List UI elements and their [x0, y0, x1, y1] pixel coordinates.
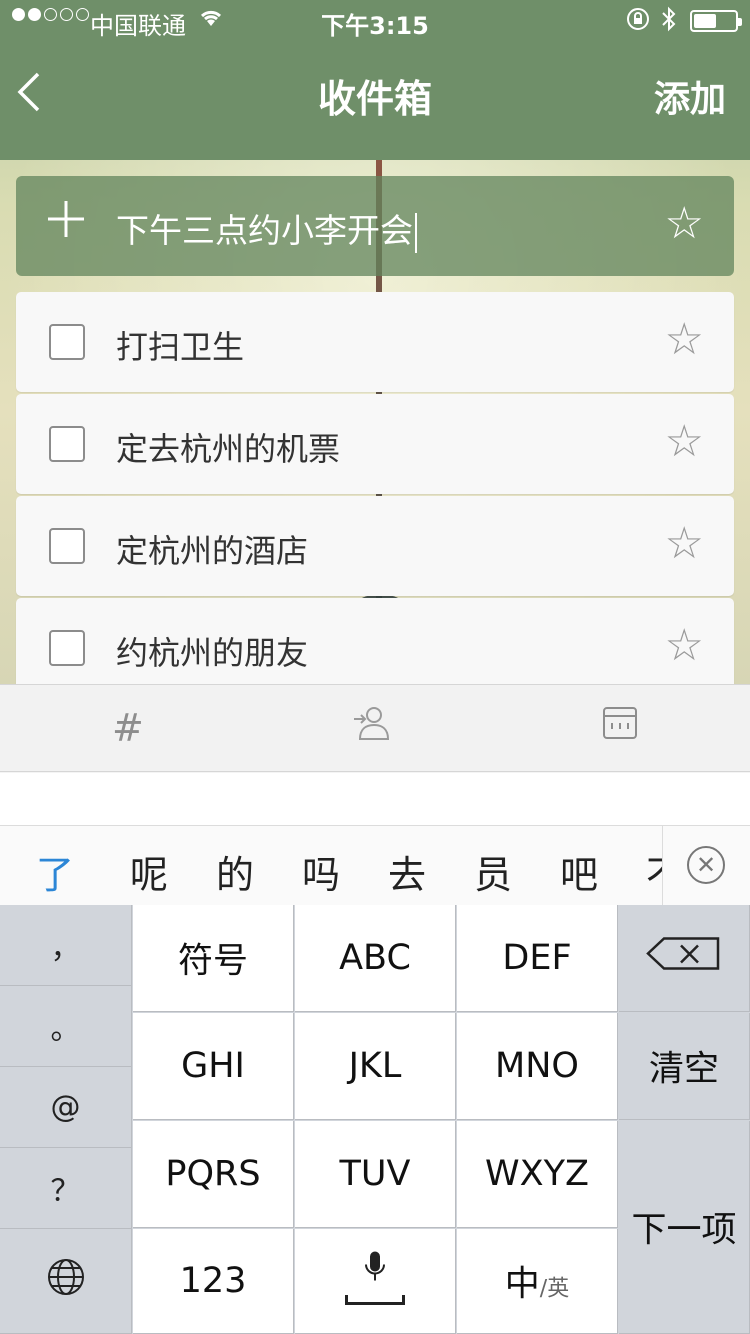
key-label: TUV — [339, 1154, 411, 1194]
key-wxyz[interactable]: WXYZ — [457, 1121, 618, 1228]
key-label: MNO — [495, 1046, 579, 1086]
backspace-icon — [646, 937, 720, 970]
candidate-word[interactable]: 去 — [388, 844, 426, 899]
punctuation-key[interactable]: ， — [0, 905, 132, 986]
task-checkbox[interactable] — [49, 426, 85, 462]
key-label: ？ — [50, 1174, 81, 1209]
page-title: 收件箱 — [317, 77, 432, 121]
key-jkl[interactable]: JKL — [295, 1013, 456, 1120]
battery-nub — [738, 18, 742, 26]
task-label: 约杭州的朋友 — [116, 634, 309, 672]
assign-button[interactable] — [352, 703, 392, 755]
battery-icon — [690, 10, 742, 32]
space-bar-line-icon — [345, 1295, 405, 1305]
candidate-word[interactable]: 了 — [36, 844, 74, 899]
ime-candidate-bar: 了 呢 的 吗 去 员 吧 不 ✕ — [0, 825, 750, 906]
key-ghi[interactable]: GHI — [133, 1013, 294, 1120]
star-icon[interactable]: ☆ — [665, 420, 704, 464]
key-label: 符号 — [177, 941, 248, 982]
task-checkbox[interactable] — [49, 528, 85, 564]
candidate-word[interactable]: 的 — [216, 844, 254, 899]
due-date-button[interactable] — [600, 703, 640, 755]
key-label: 。 — [50, 1012, 81, 1047]
globe-key[interactable] — [0, 1229, 132, 1334]
key-tuv[interactable]: TUV — [295, 1121, 456, 1228]
key-label: 123 — [179, 1261, 247, 1301]
backspace-key[interactable] — [619, 905, 750, 1012]
microphone-icon — [365, 1251, 385, 1281]
bluetooth-icon — [660, 6, 678, 38]
new-task-input-row[interactable]: 下午三点约小李开会 ☆ — [16, 176, 734, 276]
task-item[interactable]: 定杭州的酒店 ☆ — [16, 496, 734, 596]
key-label: JKL — [348, 1046, 402, 1086]
key-def[interactable]: DEF — [457, 905, 618, 1012]
key-label: WXYZ — [485, 1154, 589, 1194]
globe-icon — [47, 1259, 84, 1295]
task-item[interactable]: 约杭州的朋友 ☆ — [16, 598, 734, 684]
key-mno[interactable]: MNO — [457, 1013, 618, 1120]
key-123[interactable]: 123 — [133, 1229, 294, 1334]
task-label: 打扫卫生 — [116, 328, 245, 366]
key-label: PQRS — [165, 1154, 261, 1194]
star-icon[interactable]: ☆ — [665, 522, 704, 566]
candidate-dismiss-button[interactable]: ✕ — [662, 826, 750, 906]
status-bar: 中国联通 下午3:15 — [0, 0, 750, 40]
task-checkbox[interactable] — [49, 630, 85, 666]
battery-fill — [694, 14, 716, 28]
task-label: 定去杭州的机票 — [116, 430, 341, 468]
close-circle-icon: ✕ — [687, 846, 725, 884]
plus-icon — [46, 196, 86, 248]
task-item[interactable]: 定去杭州的机票 ☆ — [16, 394, 734, 494]
assign-person-icon — [354, 707, 390, 740]
candidate-word[interactable]: 不 — [646, 844, 662, 899]
new-task-input[interactable]: 下午三点约小李开会 — [116, 204, 417, 253]
punctuation-key[interactable]: 。 — [0, 986, 132, 1067]
keyboard: ， 。 @ ？ 符号 ABC DEF GHI JKL MNO PQRS TUV … — [0, 905, 750, 1334]
add-button[interactable]: 添加 — [654, 70, 726, 122]
candidate-word[interactable]: 吧 — [560, 844, 598, 899]
star-icon[interactable]: ☆ — [665, 318, 704, 362]
key-label: ， — [50, 931, 81, 966]
key-label: 下一项 — [631, 1210, 737, 1251]
key-label: @ — [50, 1089, 81, 1125]
candidate-word[interactable]: 员 — [474, 844, 512, 899]
text-caret — [415, 212, 417, 253]
candidate-word[interactable]: 呢 — [130, 844, 168, 899]
key-label: DEF — [502, 938, 572, 978]
task-checkbox[interactable] — [49, 324, 85, 360]
hash-icon: # — [112, 706, 144, 750]
punctuation-key[interactable]: ？ — [0, 1148, 132, 1229]
new-task-input-value: 下午三点约小李开会 — [116, 211, 413, 250]
candidate-word[interactable]: 吗 — [302, 844, 340, 899]
clear-key[interactable]: 清空 — [619, 1013, 750, 1120]
star-icon[interactable]: ☆ — [665, 624, 704, 668]
key-label: ABC — [339, 938, 411, 978]
key-space-mic[interactable] — [295, 1229, 456, 1334]
nav-bar: 收件箱 添加 — [0, 40, 750, 160]
header: 中国联通 下午3:15 收件箱 添加 — [0, 0, 750, 160]
calendar-icon — [603, 707, 637, 739]
next-key[interactable]: 下一项 — [619, 1121, 750, 1334]
quick-toolbar: # — [0, 684, 750, 772]
key-sublabel: /英 — [539, 1276, 570, 1302]
task-label: 定杭州的酒店 — [116, 532, 309, 570]
key-label: GHI — [181, 1046, 245, 1086]
task-item[interactable]: 打扫卫生 ☆ — [16, 292, 734, 392]
rotation-lock-icon — [626, 7, 650, 37]
key-label: 中 — [504, 1264, 540, 1305]
key-pqrs[interactable]: PQRS — [133, 1121, 294, 1228]
key-label: 清空 — [648, 1049, 719, 1090]
tag-button[interactable]: # — [112, 703, 144, 753]
key-abc[interactable]: ABC — [295, 905, 456, 1012]
key-zh-en-toggle[interactable]: 中/英 — [457, 1229, 618, 1334]
punctuation-key[interactable]: @ — [0, 1067, 132, 1148]
key-symbols[interactable]: 符号 — [133, 905, 294, 1012]
input-strip — [0, 773, 750, 825]
star-icon[interactable]: ☆ — [665, 202, 704, 246]
